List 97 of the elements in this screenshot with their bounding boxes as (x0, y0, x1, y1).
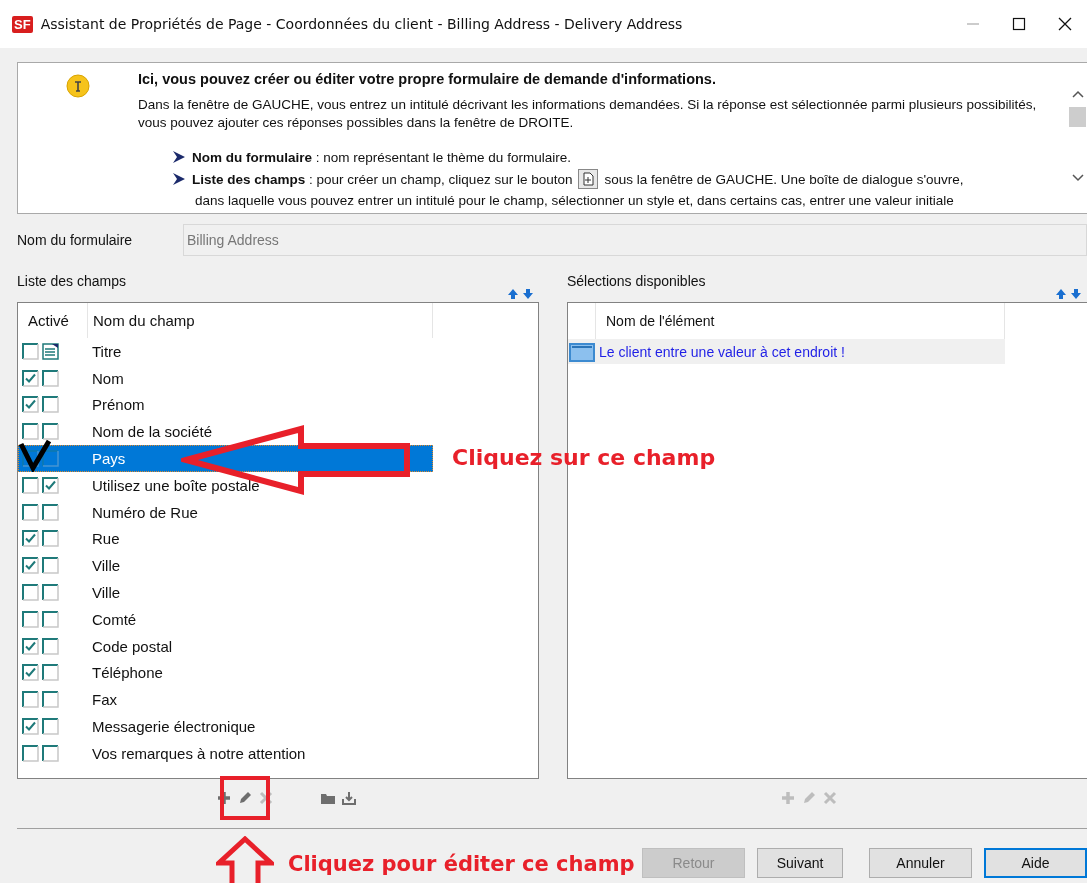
checkbox[interactable] (42, 396, 59, 414)
checkbox[interactable] (42, 584, 59, 602)
checkbox[interactable] (22, 342, 39, 360)
info-paragraph: Dans la fenêtre de GAUCHE, vous entrez un intitulé décrivant les informations demandées. Si la réponse est sélectionnée parmi plusieurs possibilités, vous pouvez ajouter ces réponses possibles dans la fenêtre de DROITE. (138, 96, 1038, 132)
checkbox[interactable] (22, 396, 39, 414)
checkbox[interactable] (22, 664, 39, 682)
window-title: Assistant de Propriétés de Page - Coordonnées du client - Billing Address - Delivery Address (40, 16, 684, 32)
checkbox[interactable] (22, 503, 39, 521)
maximize-icon[interactable] (1011, 16, 1027, 32)
checkbox[interactable] (42, 718, 59, 736)
checkbox[interactable] (42, 664, 59, 682)
list-row[interactable]: Comté (18, 605, 433, 633)
text-field-icon (568, 341, 595, 362)
new-field-button-icon (578, 169, 599, 189)
download-icon[interactable] (340, 790, 357, 806)
field-name: Ville (92, 584, 121, 602)
field-name: Pays (92, 450, 126, 468)
checkbox[interactable] (42, 637, 59, 655)
field-name: Téléphone (92, 664, 163, 682)
checkbox[interactable] (42, 423, 59, 441)
list-row[interactable]: Nom de la société (18, 418, 433, 446)
section-label: Liste des champs (17, 273, 126, 289)
annotation-text: Cliquez pour éditer ce champ (288, 852, 635, 876)
app-logo: SF (12, 15, 33, 33)
checkbox[interactable] (22, 718, 39, 736)
checkbox[interactable] (22, 744, 39, 762)
checkbox[interactable] (42, 610, 59, 628)
scroll-thumb[interactable] (1069, 107, 1086, 127)
move-up-icon[interactable] (507, 288, 519, 300)
bullet-text: Nom du formulaire : nom représentant le thème du formulaire. (192, 149, 571, 165)
checkbox[interactable] (22, 691, 39, 709)
list-row[interactable]: Numéro de Rue (18, 498, 433, 526)
field-name: Code postal (92, 637, 173, 655)
scroll-down-icon[interactable] (1070, 173, 1085, 183)
checkmark-annotation (18, 438, 52, 472)
bullet-arrow-icon (172, 172, 186, 186)
info-paragraph: dans laquelle vous pouvez entrer un intitulé pour le champ, sélectionner un style et, dans certains cas, entrer une valeur initiale (195, 192, 955, 210)
checkbox[interactable] (42, 691, 59, 709)
checkbox[interactable] (42, 530, 59, 548)
checkbox[interactable] (22, 584, 39, 602)
checkbox[interactable] (22, 423, 39, 441)
list-row[interactable]: Ville (18, 579, 433, 606)
list-row[interactable]: Fax (18, 686, 433, 714)
move-down-icon[interactable] (522, 288, 534, 300)
field-name: Numéro de Rue (92, 503, 198, 521)
column-header[interactable]: Nom du champ (88, 303, 433, 338)
checkbox[interactable] (22, 610, 39, 628)
checkbox[interactable] (22, 530, 39, 548)
dialog-button[interactable]: Annuler (869, 848, 972, 878)
field-name: Titre (92, 342, 122, 360)
scroll-up-icon[interactable] (1070, 89, 1085, 99)
item-name: Le client entre une valeur à cet endroit ! (598, 343, 845, 360)
field-name: Fax (92, 691, 117, 709)
field-name: Comté (92, 610, 137, 628)
list-row[interactable]: Prénom (18, 391, 433, 419)
list-row[interactable]: Code postal (18, 632, 433, 660)
field-name: Prénom (92, 396, 145, 414)
field-name: Nom de la société (92, 423, 213, 441)
checkbox[interactable] (22, 476, 39, 494)
field-name: Utilisez une boîte postale (92, 476, 260, 494)
info-heading: Ici, vous pouvez créer ou éditer votre propre formulaire de demande d'informations. (138, 71, 717, 87)
tip-icon (66, 74, 90, 98)
list-row[interactable]: Rue (18, 525, 433, 553)
list-row[interactable]: Le client entre une valeur à cet endroit ! (568, 339, 1005, 364)
list-row[interactable]: Nom (18, 364, 433, 392)
close-icon[interactable] (1057, 16, 1073, 32)
list-row[interactable]: Titre (18, 338, 433, 365)
list-row[interactable]: Vos remarques à notre attention (18, 739, 433, 767)
field-name: Nom (92, 369, 124, 387)
checkbox[interactable] (42, 476, 59, 494)
field-name: Ville (92, 557, 121, 575)
move-down-icon[interactable] (1070, 288, 1082, 300)
section-label: Sélections disponibles (567, 273, 706, 289)
checkbox[interactable] (22, 637, 39, 655)
bullet-text: Liste des champs : pour créer un champ, cliquez sur le bouton (192, 171, 573, 187)
bullet-text: sous la fenêtre de GAUCHE. Une boîte de dialogue s'ouvre, (604, 171, 964, 187)
list-row[interactable]: Téléphone (18, 659, 433, 687)
checkbox[interactable] (42, 369, 59, 387)
bullet-arrow-icon (172, 150, 186, 164)
field-name: Vos remarques à notre attention (92, 744, 306, 762)
list-row[interactable]: Ville (18, 552, 433, 580)
list-row[interactable]: Messagerie électronique (18, 713, 433, 740)
field-name: Rue (92, 530, 120, 548)
field-label: Nom du formulaire (17, 232, 134, 248)
move-up-icon[interactable] (1055, 288, 1067, 300)
list-row[interactable]: Utilisez une boîte postale (18, 472, 433, 499)
field-name: Messagerie électronique (92, 718, 256, 736)
checkbox[interactable] (42, 744, 59, 762)
checkbox[interactable] (22, 369, 39, 387)
list-style-icon[interactable] (42, 342, 59, 360)
checkbox[interactable] (42, 557, 59, 575)
dialog-button[interactable]: Aide (984, 848, 1087, 878)
checkbox[interactable] (22, 557, 39, 575)
add-icon[interactable] (215, 790, 232, 806)
column-header[interactable]: Activé (18, 303, 88, 338)
dialog-button[interactable]: Suivant (757, 848, 843, 878)
checkbox[interactable] (42, 503, 59, 521)
